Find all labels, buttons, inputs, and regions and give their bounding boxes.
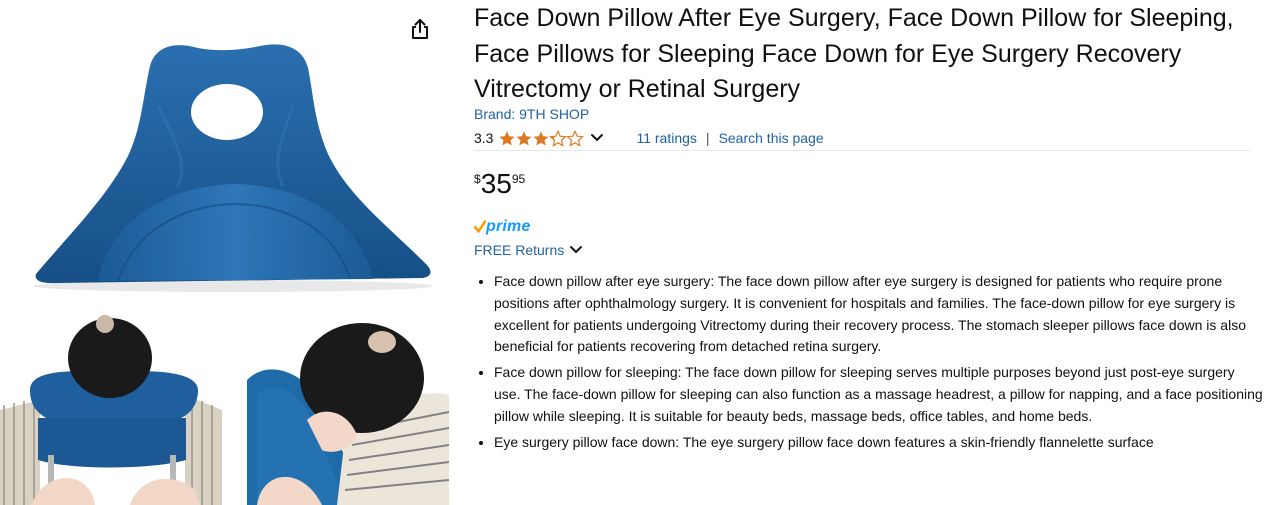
rating-row: 3.3 11 ratings | Search this page — [474, 128, 824, 148]
chevron-down-icon — [570, 246, 583, 254]
star-rating[interactable] — [498, 130, 584, 147]
rating-chevron-down-icon[interactable] — [590, 133, 604, 143]
star-empty-icon — [567, 130, 584, 146]
person-using-pillow-back-view-image — [0, 300, 222, 505]
rating-separator: | — [705, 130, 710, 146]
star-full-icon — [533, 130, 549, 145]
person-using-pillow-side-view-image — [227, 300, 449, 505]
price-symbol: $ — [474, 172, 481, 186]
feature-bullet: Eye surgery pillow face down: The eye su… — [494, 432, 1264, 454]
feature-bullets: Face down pillow after eye surgery: The … — [474, 271, 1264, 457]
image-gallery — [0, 0, 450, 505]
prime-label: prime — [486, 218, 531, 235]
thumbnail-back-view[interactable] — [0, 300, 222, 505]
prime-badge: prime — [474, 216, 531, 238]
divider — [474, 150, 1250, 151]
free-returns-label: FREE Returns — [474, 242, 565, 258]
free-returns-link[interactable]: FREE Returns — [474, 242, 583, 258]
feature-bullet: Face down pillow after eye surgery: The … — [494, 271, 1264, 358]
brand-link[interactable]: Brand: 9TH SHOP — [474, 106, 589, 122]
star-full-icon — [516, 130, 532, 145]
price-whole: 35 — [480, 168, 512, 199]
feature-bullet: Face down pillow for sleeping: The face … — [494, 362, 1264, 427]
price: $ 35 95 — [474, 168, 525, 200]
star-full-icon — [499, 130, 515, 145]
rating-value: 3.3 — [474, 130, 494, 146]
main-product-image[interactable] — [28, 36, 438, 296]
thumbnail-side-view[interactable] — [227, 300, 449, 505]
ratings-count-link[interactable]: 11 ratings — [636, 130, 696, 146]
product-title: Face Down Pillow After Eye Surgery, Face… — [474, 4, 1234, 103]
price-fraction: 95 — [511, 172, 526, 186]
star-icons — [499, 130, 584, 146]
search-this-page-link[interactable]: Search this page — [719, 130, 824, 146]
prime-check-icon — [474, 220, 486, 233]
